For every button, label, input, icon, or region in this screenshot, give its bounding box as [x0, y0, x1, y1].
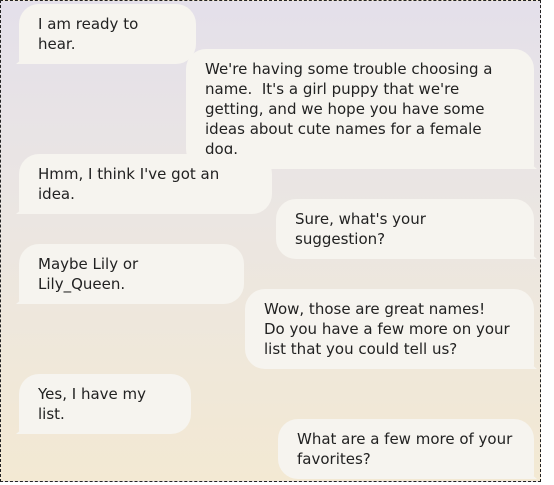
- message-bubble-outgoing: What are a few more of your favorites?: [278, 419, 534, 479]
- message-bubble-incoming: Hmm, I think I've got an idea.: [19, 154, 272, 214]
- message-bubble-outgoing: Wow, those are great names! Do you have …: [245, 289, 534, 369]
- message-bubble-incoming: Maybe Lily or Lily_Queen.: [19, 244, 244, 304]
- chat-window[interactable]: I am ready to hear. We're having some tr…: [0, 0, 541, 482]
- message-bubble-incoming: Yes, I have my list.: [19, 374, 191, 434]
- message-bubble-outgoing: We're having some trouble choosing a nam…: [186, 49, 534, 169]
- message-bubble-incoming: I am ready to hear.: [19, 4, 196, 64]
- message-bubble-outgoing: Sure, what's your suggestion?: [276, 199, 534, 259]
